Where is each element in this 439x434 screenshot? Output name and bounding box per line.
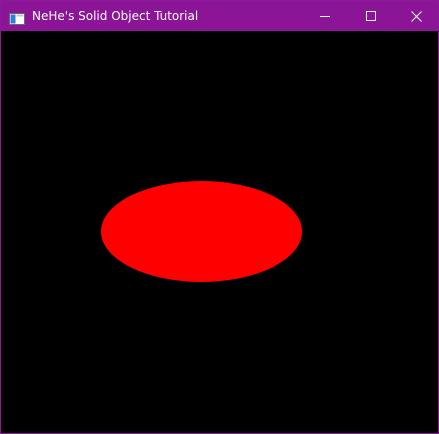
minimize-button[interactable] [302, 1, 348, 31]
maximize-icon [366, 11, 376, 21]
close-button[interactable] [393, 1, 439, 31]
maximize-button[interactable] [348, 1, 394, 31]
window-title: NeHe's Solid Object Tutorial [32, 9, 199, 23]
app-window: NeHe's Solid Object Tutorial [0, 0, 439, 434]
close-icon [410, 10, 422, 22]
red-ellipse [101, 181, 302, 282]
app-icon [9, 10, 25, 25]
title-bar[interactable]: NeHe's Solid Object Tutorial [1, 1, 438, 31]
render-canvas [1, 31, 438, 433]
minimize-icon [320, 16, 330, 17]
